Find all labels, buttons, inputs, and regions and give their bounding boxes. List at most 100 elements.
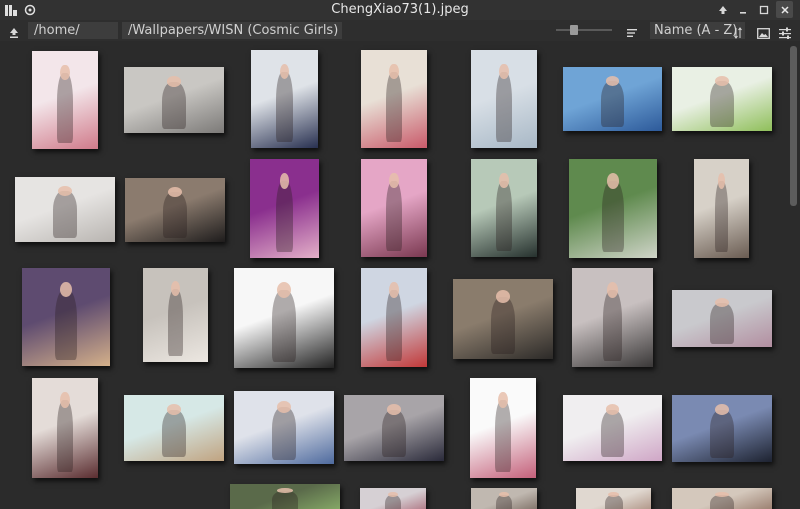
go-up-icon[interactable]: [8, 24, 20, 38]
thumbnail-head: [277, 282, 291, 298]
image-thumbnail[interactable]: [230, 484, 340, 509]
image-thumbnail[interactable]: [569, 159, 657, 258]
thumbnail-head: [277, 401, 291, 413]
view-options-icon[interactable]: [626, 24, 638, 37]
thumbnail-grid: [0, 41, 788, 509]
image-thumbnail[interactable]: [22, 268, 110, 366]
thumbnail-head: [389, 281, 399, 298]
thumbnail-figure: [162, 409, 186, 458]
image-thumbnail[interactable]: [250, 159, 319, 258]
image-thumbnail[interactable]: [576, 488, 651, 509]
thumbnail-head: [279, 172, 290, 189]
thumbnail-figure: [495, 400, 511, 472]
thumbnail-figure: [386, 289, 402, 362]
thumbnail-head: [167, 404, 181, 415]
thumbnail-head: [606, 281, 619, 298]
thumbnail-head: [389, 63, 399, 80]
image-thumbnail[interactable]: [672, 67, 772, 131]
thumbnail-figure: [272, 407, 296, 460]
thumbnail-head: [60, 392, 70, 408]
thumbnail-figure: [276, 180, 293, 253]
thumbnail-figure: [600, 81, 625, 128]
keep-above-icon[interactable]: [714, 1, 731, 18]
image-thumbnail[interactable]: [124, 395, 224, 461]
image-thumbnail[interactable]: [471, 50, 537, 148]
thumbnail-figure: [600, 409, 625, 458]
thumbnail-figure: [386, 180, 402, 252]
image-thumbnail[interactable]: [361, 268, 427, 367]
window-title: ChengXiao73(1).jpeg: [331, 2, 469, 17]
thumbnail-figure: [710, 81, 734, 128]
thumbnail-figure: [57, 72, 73, 144]
thumbnail-figure: [602, 180, 624, 253]
thumbnail-figure: [53, 191, 77, 239]
thumbnail-head: [499, 172, 509, 189]
thumbnail-figure: [496, 180, 512, 252]
sort-dropdown[interactable]: Name (A - Z): [650, 22, 745, 39]
thumbnail-head: [605, 404, 620, 415]
image-thumbnail[interactable]: [361, 159, 427, 257]
thumbnail-head: [389, 172, 399, 189]
settings-sliders-icon[interactable]: [779, 24, 791, 39]
thumbnail-figure: [272, 290, 296, 362]
thumbnail-figure: [162, 81, 186, 130]
path-segment-current[interactable]: /Wallpapers/WISN (Cosmic Girls): [122, 22, 342, 39]
path-segment-home[interactable]: /home/: [28, 22, 118, 39]
sort-order-icon[interactable]: [734, 24, 744, 39]
zoom-slider-handle[interactable]: [570, 25, 578, 35]
thumbnail-figure: [57, 400, 73, 472]
thumbnail-head: [60, 64, 70, 81]
image-thumbnail[interactable]: [234, 268, 334, 368]
image-thumbnail[interactable]: [572, 268, 653, 367]
close-icon[interactable]: [776, 1, 793, 18]
maximize-icon[interactable]: [755, 1, 772, 18]
image-thumbnail[interactable]: [694, 159, 749, 258]
thumbnail-head: [387, 404, 401, 415]
image-thumbnail[interactable]: [124, 67, 224, 133]
image-thumbnail[interactable]: [234, 391, 334, 464]
image-thumbnail[interactable]: [251, 50, 318, 148]
thumbnail-head: [608, 492, 619, 497]
image-thumbnail[interactable]: [361, 50, 427, 148]
thumbnail-figure: [710, 302, 734, 344]
image-thumbnail[interactable]: [672, 395, 772, 462]
thumbnail-head: [167, 76, 181, 87]
scrollbar-thumb[interactable]: [790, 46, 797, 206]
image-thumbnail[interactable]: [672, 290, 772, 347]
thumbnail-figure: [491, 296, 515, 355]
image-thumbnail[interactable]: [470, 378, 536, 478]
image-thumbnail[interactable]: [471, 488, 537, 509]
thumbnail-figure: [386, 71, 402, 143]
thumbnail-head: [277, 488, 293, 493]
image-thumbnail[interactable]: [344, 395, 444, 461]
image-thumbnail[interactable]: [15, 177, 115, 242]
image-thumbnail[interactable]: [453, 279, 553, 359]
thumbnail-figure: [167, 288, 184, 357]
thumbnail-figure: [271, 490, 299, 509]
thumbnail-head: [715, 492, 729, 497]
thumbnail-head: [717, 172, 726, 189]
image-view-icon[interactable]: [757, 24, 770, 39]
thumbnail-figure: [276, 71, 293, 143]
thumbnail-figure: [496, 71, 512, 143]
image-thumbnail[interactable]: [32, 378, 98, 478]
thumbnail-figure: [55, 289, 77, 361]
thumbnail-figure: [710, 409, 734, 458]
thumbnail-figure: [602, 289, 623, 362]
minimize-icon[interactable]: [734, 1, 751, 18]
image-thumbnail[interactable]: [125, 178, 225, 242]
image-thumbnail[interactable]: [471, 159, 537, 257]
sort-label: Name (A - Z): [654, 23, 738, 38]
thumbnail-head: [715, 297, 729, 308]
zoom-slider-track[interactable]: [556, 29, 612, 31]
image-thumbnail[interactable]: [143, 268, 208, 362]
image-thumbnail[interactable]: [563, 395, 662, 461]
thumbnail-head: [499, 63, 509, 80]
thumbnail-head: [498, 392, 508, 408]
thumbnail-figure: [382, 409, 406, 458]
image-thumbnail[interactable]: [563, 67, 662, 131]
thumbnail-figure: [714, 180, 729, 253]
image-thumbnail[interactable]: [360, 488, 426, 509]
image-thumbnail[interactable]: [672, 488, 772, 509]
image-thumbnail[interactable]: [32, 51, 98, 149]
